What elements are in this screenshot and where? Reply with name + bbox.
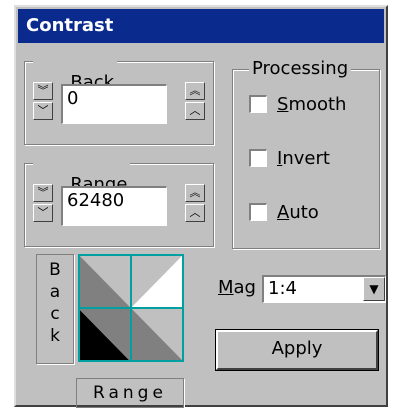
- triangle-down-icon: ▼: [369, 282, 379, 296]
- chevron-down-icon: ﹀: [37, 104, 49, 117]
- invert-label: Invert: [277, 147, 330, 169]
- double-chevron-up-icon: ︽: [189, 186, 201, 199]
- processing-legend: Processing: [249, 58, 352, 80]
- range-increment-button[interactable]: ︿: [185, 204, 205, 222]
- range-decrement-fast-button[interactable]: ︾: [33, 184, 53, 202]
- chevron-up-icon: ︿: [189, 206, 201, 219]
- mag-dropdown-button[interactable]: ▼: [363, 277, 385, 301]
- smooth-checkbox-box[interactable]: [249, 95, 267, 113]
- chevron-up-icon: ︿: [189, 104, 201, 117]
- mag-value: 1:4: [268, 278, 297, 299]
- contrast-preview: [78, 254, 184, 362]
- auto-label: Auto: [277, 201, 319, 223]
- back-axis-label: B a c k: [36, 254, 74, 364]
- back-increment-fast-button[interactable]: ︽: [185, 82, 205, 100]
- window-title: Contrast: [18, 9, 384, 43]
- back-decrement-button[interactable]: ﹀: [33, 102, 53, 120]
- auto-checkbox-box[interactable]: [249, 203, 267, 221]
- contrast-window: Contrast Back ︾ ﹀ 0 ︽ ︿ Range ︾ ﹀ 62480: [14, 5, 388, 408]
- back-decrement-fast-button[interactable]: ︾: [33, 82, 53, 100]
- mag-label: Mag: [218, 277, 256, 298]
- range-axis-label: Range: [76, 378, 184, 408]
- double-chevron-up-icon: ︽: [189, 84, 201, 97]
- processing-group: Processing Smooth Invert Auto: [232, 58, 380, 249]
- auto-checkbox[interactable]: Auto: [249, 200, 319, 224]
- invert-checkbox-box[interactable]: [249, 149, 267, 167]
- range-group: Range ︾ ﹀ 62480 ︽ ︿: [24, 152, 214, 247]
- smooth-label: Smooth: [277, 93, 347, 115]
- mag-select[interactable]: 1:4 ▼: [262, 275, 386, 303]
- apply-button[interactable]: Apply: [215, 329, 379, 371]
- range-decrement-button[interactable]: ﹀: [33, 204, 53, 222]
- invert-checkbox[interactable]: Invert: [249, 146, 330, 170]
- double-chevron-down-icon: ︾: [37, 186, 49, 199]
- back-input[interactable]: 0: [61, 84, 167, 124]
- range-increment-fast-button[interactable]: ︽: [185, 184, 205, 202]
- back-increment-button[interactable]: ︿: [185, 102, 205, 120]
- smooth-checkbox[interactable]: Smooth: [249, 92, 346, 116]
- chevron-down-icon: ﹀: [37, 206, 49, 219]
- double-chevron-down-icon: ︾: [37, 84, 49, 97]
- range-input[interactable]: 62480: [61, 186, 167, 226]
- back-group: Back ︾ ﹀ 0 ︽ ︿: [24, 50, 214, 145]
